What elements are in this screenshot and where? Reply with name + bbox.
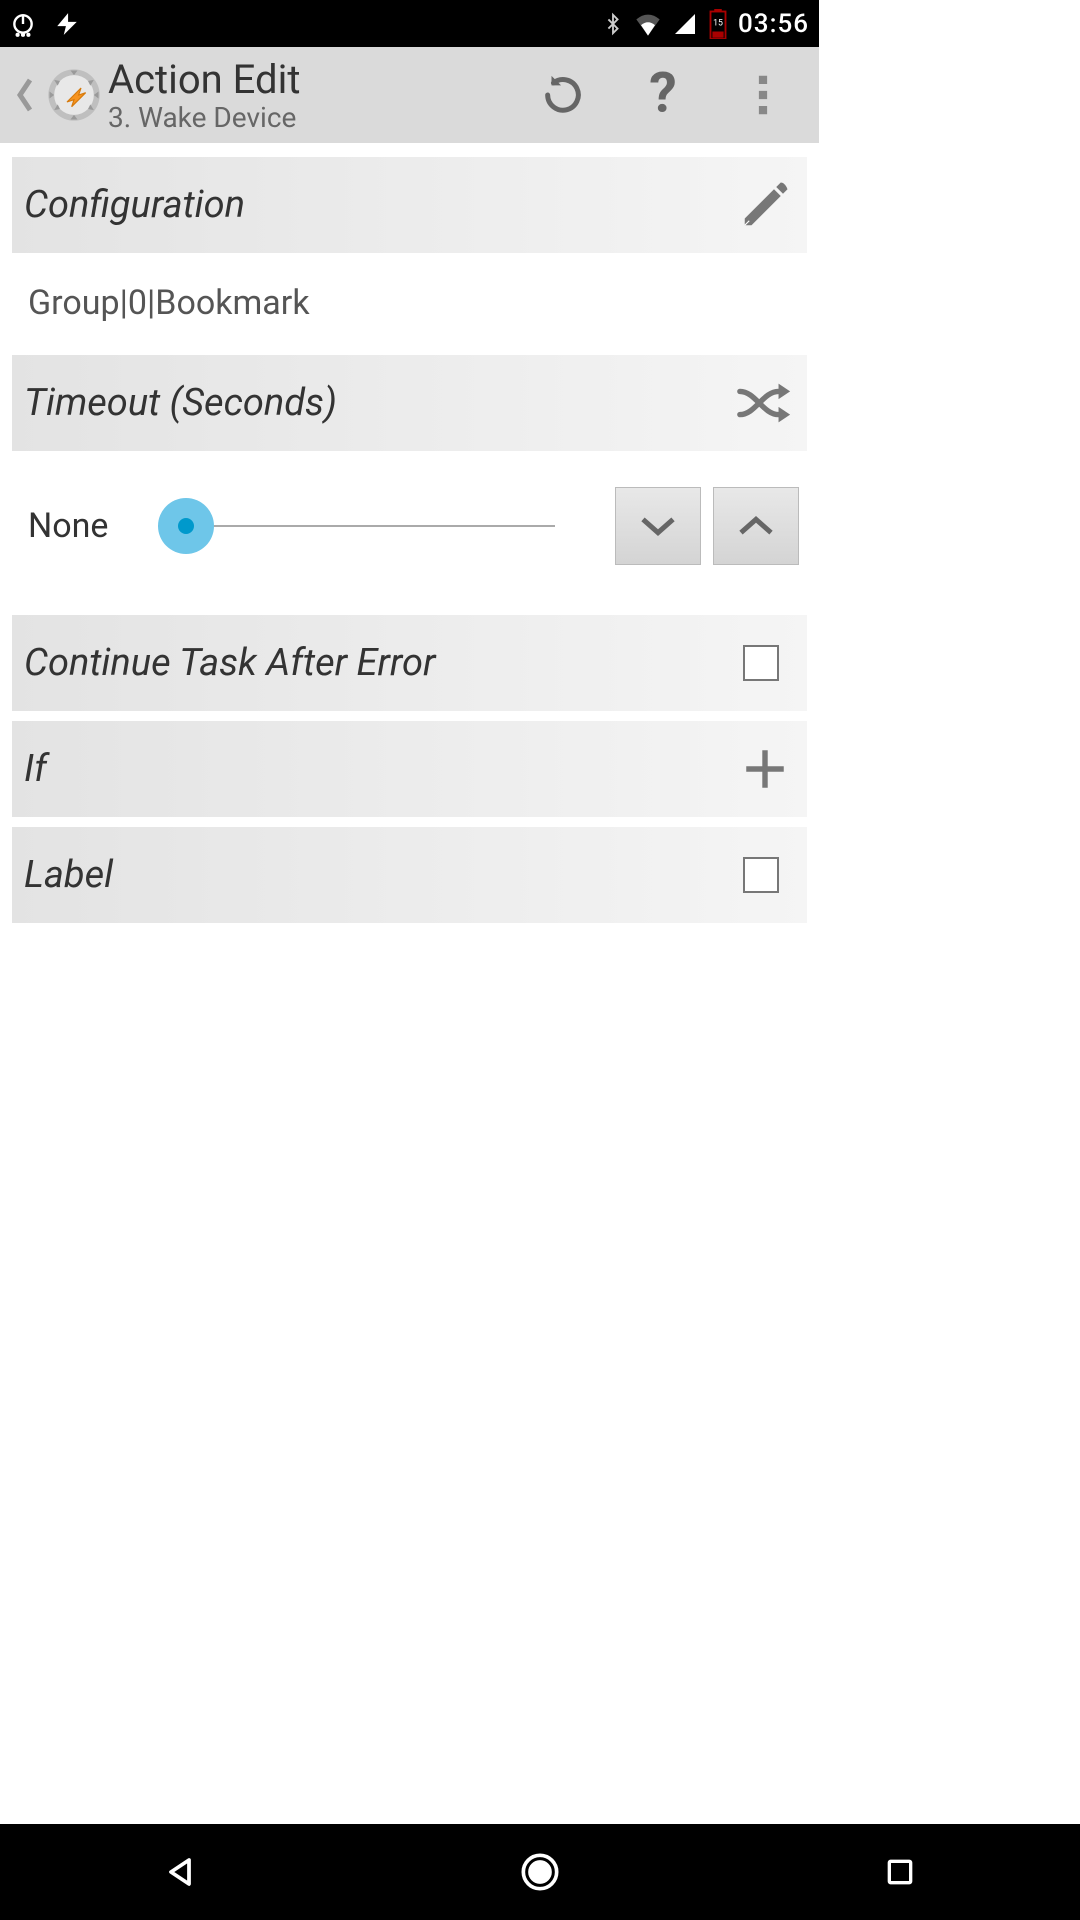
- section-continue-label: Continue Task After Error: [24, 641, 743, 685]
- power-icon: [10, 11, 36, 37]
- battery-icon: 15: [708, 9, 728, 39]
- nav-home-button[interactable]: [510, 1842, 570, 1902]
- pencil-icon: [738, 178, 792, 232]
- timeout-increment-button[interactable]: [713, 487, 799, 565]
- section-configuration[interactable]: Configuration: [12, 157, 807, 253]
- section-timeout[interactable]: Timeout (Seconds): [12, 355, 807, 451]
- app-logo-icon[interactable]: [44, 65, 104, 125]
- nav-back-button[interactable]: [150, 1842, 210, 1902]
- timeout-decrement-button[interactable]: [615, 487, 701, 565]
- navigation-bar: [0, 1824, 1080, 1920]
- svg-text:?: ?: [649, 69, 677, 121]
- more-vert-icon: [757, 73, 769, 117]
- section-label[interactable]: Label: [12, 827, 807, 923]
- configuration-value[interactable]: Group|0|Bookmark: [0, 253, 819, 345]
- section-if-label: If: [24, 747, 735, 791]
- overflow-menu-button[interactable]: [733, 65, 793, 125]
- label-checkbox[interactable]: [743, 857, 779, 893]
- bolt-icon: [54, 11, 80, 37]
- timeout-slider[interactable]: [158, 496, 555, 556]
- status-bar: 15 03:56: [0, 0, 819, 47]
- help-button[interactable]: ?: [633, 65, 693, 125]
- svg-text:15: 15: [713, 18, 723, 28]
- clock-text: 03:56: [738, 9, 809, 39]
- section-configuration-label: Configuration: [24, 183, 735, 227]
- refresh-icon: [540, 72, 586, 118]
- wifi-icon: [634, 12, 662, 36]
- bluetooth-icon: [602, 10, 624, 38]
- chevron-down-icon: [638, 514, 678, 538]
- page-subtitle: 3. Wake Device: [108, 101, 533, 134]
- app-bar: Action Edit 3. Wake Device ?: [0, 47, 819, 143]
- add-condition-button[interactable]: [735, 739, 795, 799]
- question-icon: ?: [643, 69, 683, 121]
- timeout-slider-value: None: [28, 506, 138, 546]
- section-continue-after-error[interactable]: Continue Task After Error: [12, 615, 807, 711]
- page-title: Action Edit: [108, 56, 533, 103]
- slider-thumb-icon: [158, 498, 214, 554]
- circle-home-icon: [520, 1852, 560, 1892]
- edit-button[interactable]: [735, 175, 795, 235]
- shuffle-icon: [736, 381, 794, 425]
- timeout-slider-row: None: [0, 451, 819, 605]
- chevron-up-icon: [736, 514, 776, 538]
- section-if[interactable]: If: [12, 721, 807, 817]
- cell-signal-icon: [672, 12, 698, 36]
- nav-recent-button[interactable]: [870, 1842, 930, 1902]
- plus-icon: [740, 744, 790, 794]
- refresh-button[interactable]: [533, 65, 593, 125]
- section-label-label: Label: [24, 853, 743, 897]
- continue-checkbox[interactable]: [743, 645, 779, 681]
- shuffle-button[interactable]: [735, 373, 795, 433]
- square-recent-icon: [884, 1856, 916, 1888]
- triangle-back-icon: [162, 1854, 198, 1890]
- back-button[interactable]: [6, 75, 44, 115]
- content-area: Configuration Group|0|Bookmark Timeout (…: [0, 143, 819, 923]
- section-timeout-label: Timeout (Seconds): [24, 381, 735, 425]
